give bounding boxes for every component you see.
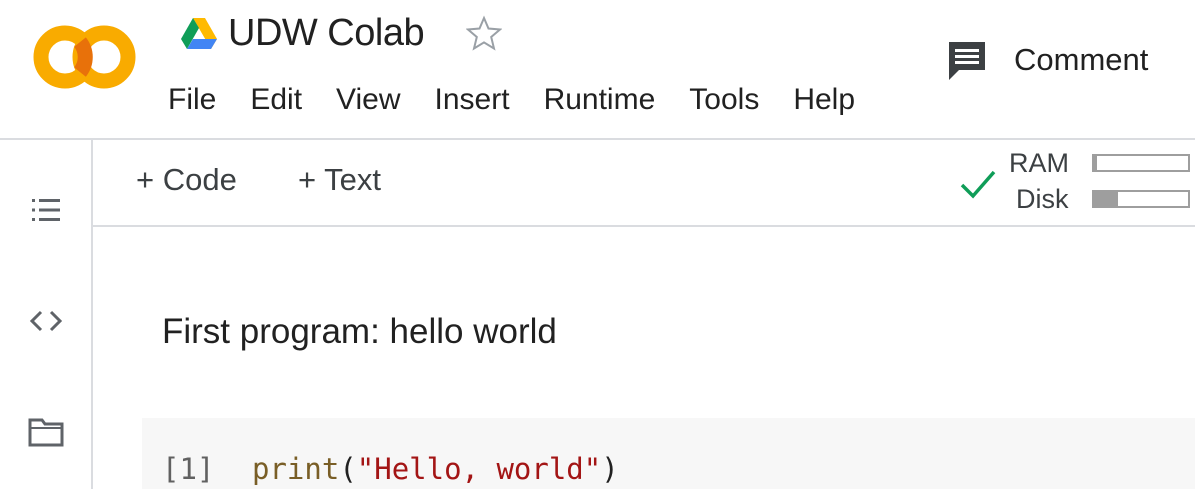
text-cell[interactable]: First program: hello world — [162, 312, 557, 352]
menu-runtime[interactable]: Runtime — [544, 83, 656, 117]
menu-insert[interactable]: Insert — [435, 83, 510, 117]
add-text-button[interactable]: + Text — [298, 162, 381, 198]
ram-usage-fill — [1094, 156, 1097, 170]
menu-help[interactable]: Help — [793, 83, 855, 117]
ram-usage-bar[interactable] — [1092, 154, 1190, 172]
star-outline-icon[interactable] — [466, 15, 503, 51]
table-of-contents-icon[interactable] — [26, 190, 66, 230]
execution-count[interactable]: [1] — [162, 452, 214, 486]
menu-bar: File Edit View Insert Runtime Tools Help — [168, 80, 908, 120]
code-cell[interactable]: [1] print("Hello, world") — [142, 418, 1195, 489]
code-token-paren-open: ( — [339, 452, 357, 486]
code-token-string: "Hello, world" — [356, 452, 602, 486]
colab-window: UDW Colab File Edit View Insert Runtime … — [0, 0, 1195, 489]
comment-button[interactable]: Comment — [944, 36, 1148, 84]
checkmark-icon[interactable] — [958, 166, 998, 202]
code-token-function: print — [252, 452, 340, 486]
notebook-title[interactable]: UDW Colab — [228, 12, 425, 55]
comment-icon — [949, 42, 985, 80]
menu-file[interactable]: File — [168, 83, 216, 117]
toolbar-divider — [93, 225, 1195, 227]
colab-logo[interactable] — [30, 22, 138, 92]
disk-usage-bar[interactable] — [1092, 190, 1190, 208]
notebook-title-row: UDW Colab — [180, 8, 503, 58]
menu-edit[interactable]: Edit — [250, 83, 302, 117]
add-code-button[interactable]: + Code — [136, 162, 237, 198]
disk-usage-fill — [1094, 192, 1118, 206]
menu-view[interactable]: View — [336, 83, 400, 117]
code-token-paren-close: ) — [601, 452, 619, 486]
code-snippets-icon[interactable] — [26, 301, 66, 341]
ram-label: RAM — [1009, 148, 1069, 178]
code-editor[interactable]: print("Hello, world") — [252, 452, 619, 486]
disk-label: Disk — [1016, 184, 1069, 214]
menu-tools[interactable]: Tools — [689, 83, 759, 117]
files-folder-icon[interactable] — [26, 412, 66, 452]
comment-label: Comment — [1014, 42, 1149, 77]
google-drive-icon[interactable] — [180, 16, 218, 50]
